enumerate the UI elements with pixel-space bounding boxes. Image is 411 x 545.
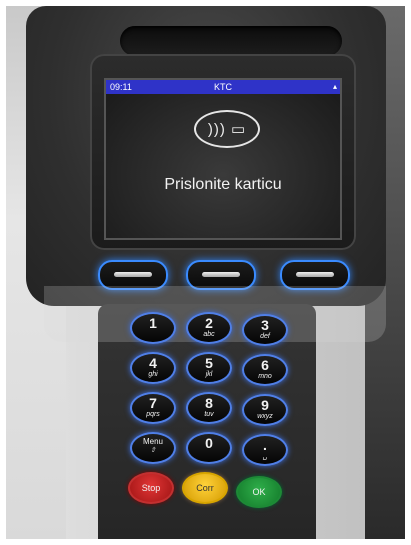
photo: 09:11 KTC ▴ ))) ▭ Prislonite karticu 1 2… — [6, 6, 405, 539]
key-4[interactable]: 4 ghi — [130, 352, 176, 384]
prompt-text: Prislonite karticu — [164, 176, 282, 193]
ok-button[interactable]: OK — [236, 476, 282, 508]
stop-button[interactable]: Stop — [128, 472, 174, 504]
signal-icon: ▴ — [332, 82, 337, 91]
key-2[interactable]: 2 abc — [186, 312, 232, 344]
key-7[interactable]: 7 pqrs — [130, 392, 176, 424]
terminal-screen: 09:11 KTC ▴ ))) ▭ Prislonite karticu — [104, 78, 342, 240]
key-5[interactable]: 5 jkl — [186, 352, 232, 384]
key-8[interactable]: 8 tuv — [186, 392, 232, 424]
key-9[interactable]: 9 wxyz — [242, 394, 288, 426]
key-3[interactable]: 3 def — [242, 314, 288, 346]
card-slot[interactable] — [120, 26, 342, 56]
key-1[interactable]: 1 — [130, 312, 176, 344]
corr-button[interactable]: Corr — [182, 472, 228, 504]
key-dot[interactable]: . ␣ — [242, 434, 288, 466]
contactless-card-icon: ))) ▭ — [194, 110, 260, 148]
key-menu[interactable]: Menu ⇧ — [130, 432, 176, 464]
key-6[interactable]: 6 mno — [242, 354, 288, 386]
status-bar: 09:11 KTC ▴ — [106, 80, 340, 94]
key-0[interactable]: 0 — [186, 432, 232, 464]
status-title: KTC — [214, 82, 232, 92]
